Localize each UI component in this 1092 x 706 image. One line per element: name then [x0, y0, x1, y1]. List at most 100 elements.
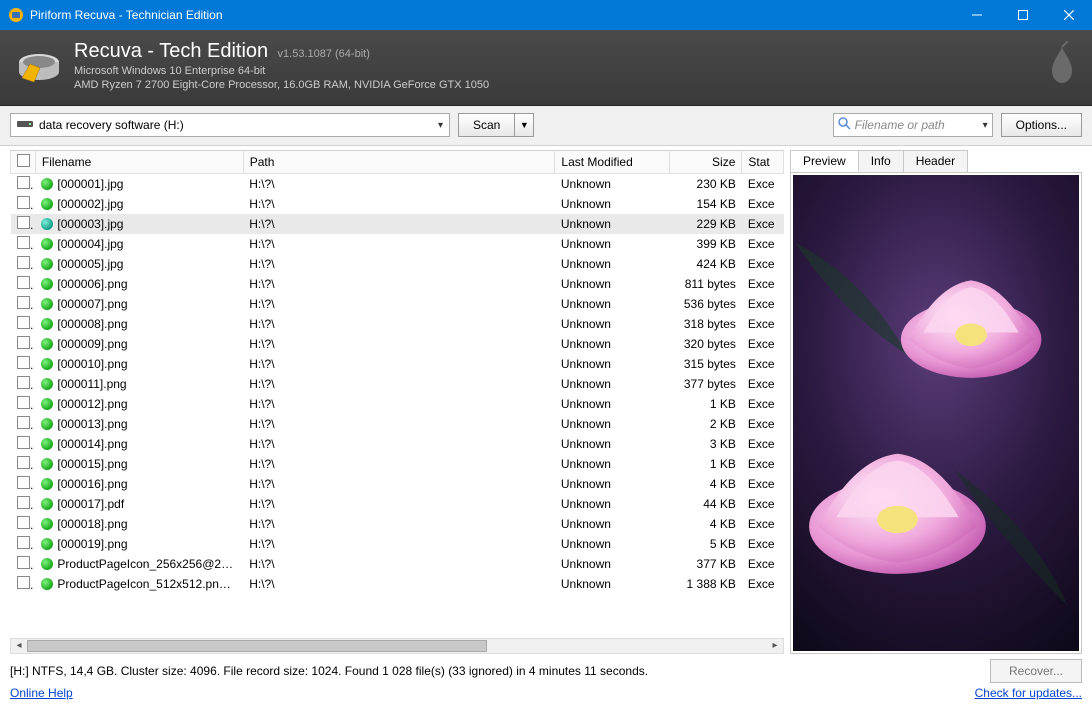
table-row[interactable]: [000009].pngH:\?\Unknown320 bytesExce — [11, 334, 784, 354]
row-checkbox[interactable] — [17, 456, 30, 469]
status-dot-icon — [41, 558, 53, 570]
table-row[interactable]: [000011].pngH:\?\Unknown377 bytesExce — [11, 374, 784, 394]
scan-button-group: Scan ▼ — [458, 113, 534, 137]
file-modified: Unknown — [555, 354, 669, 374]
scroll-right-arrow[interactable]: ▸ — [767, 640, 783, 651]
table-row[interactable]: [000014].pngH:\?\Unknown3 KBExce — [11, 434, 784, 454]
row-checkbox[interactable] — [17, 196, 30, 209]
column-state[interactable]: Stat — [742, 150, 784, 173]
status-dot-icon — [41, 518, 53, 530]
file-state: Exce — [742, 414, 784, 434]
row-checkbox[interactable] — [17, 336, 30, 349]
file-table: Filename Path Last Modified Size Stat [0… — [10, 150, 784, 594]
row-checkbox[interactable] — [17, 436, 30, 449]
file-state: Exce — [742, 534, 784, 554]
file-modified: Unknown — [555, 494, 669, 514]
table-row[interactable]: [000006].pngH:\?\Unknown811 bytesExce — [11, 274, 784, 294]
tab-preview[interactable]: Preview — [790, 150, 859, 172]
file-name: [000019].png — [57, 537, 127, 551]
column-path[interactable]: Path — [243, 150, 555, 173]
tab-header[interactable]: Header — [903, 150, 968, 172]
row-checkbox[interactable] — [17, 396, 30, 409]
status-dot-icon — [41, 258, 53, 270]
table-row[interactable]: [000002].jpgH:\?\Unknown154 KBExce — [11, 194, 784, 214]
table-row[interactable]: [000013].pngH:\?\Unknown2 KBExce — [11, 414, 784, 434]
file-modified: Unknown — [555, 194, 669, 214]
table-row[interactable]: [000003].jpgH:\?\Unknown229 KBExce — [11, 214, 784, 234]
table-row[interactable]: [000005].jpgH:\?\Unknown424 KBExce — [11, 254, 784, 274]
column-filename[interactable]: Filename — [35, 150, 243, 173]
header-checkbox[interactable] — [11, 150, 36, 173]
file-modified: Unknown — [555, 414, 669, 434]
file-state: Exce — [742, 474, 784, 494]
check-updates-link[interactable]: Check for updates... — [975, 686, 1082, 700]
row-checkbox[interactable] — [17, 356, 30, 369]
column-size[interactable]: Size — [669, 150, 742, 173]
options-button[interactable]: Options... — [1001, 113, 1082, 137]
column-modified[interactable]: Last Modified — [555, 150, 669, 173]
window-title: Piriform Recuva - Technician Edition — [30, 8, 954, 22]
title-bar: Piriform Recuva - Technician Edition — [0, 0, 1092, 30]
table-row[interactable]: ProductPageIcon_512x512.png.tifH:\?\Unkn… — [11, 574, 784, 594]
file-state: Exce — [742, 494, 784, 514]
search-input[interactable]: Filename or path ▾ — [833, 113, 993, 137]
maximize-button[interactable] — [1000, 0, 1046, 30]
table-row[interactable]: [000001].jpgH:\?\Unknown230 KBExce — [11, 173, 784, 194]
file-name: [000012].png — [57, 397, 127, 411]
close-button[interactable] — [1046, 0, 1092, 30]
status-dot-icon — [41, 178, 53, 190]
row-checkbox[interactable] — [17, 556, 30, 569]
footer-links: Online Help Check for updates... — [0, 682, 1092, 706]
horizontal-scrollbar[interactable]: ◂ ▸ — [10, 638, 784, 654]
row-checkbox[interactable] — [17, 576, 30, 589]
table-row[interactable]: [000015].pngH:\?\Unknown1 KBExce — [11, 454, 784, 474]
row-checkbox[interactable] — [17, 496, 30, 509]
table-row[interactable]: [000018].pngH:\?\Unknown4 KBExce — [11, 514, 784, 534]
scroll-thumb[interactable] — [27, 640, 487, 652]
status-dot-icon — [41, 198, 53, 210]
table-row[interactable]: [000010].pngH:\?\Unknown315 bytesExce — [11, 354, 784, 374]
table-row[interactable]: [000019].pngH:\?\Unknown5 KBExce — [11, 534, 784, 554]
row-checkbox[interactable] — [17, 516, 30, 529]
online-help-link[interactable]: Online Help — [10, 686, 73, 700]
table-row[interactable]: [000008].pngH:\?\Unknown318 bytesExce — [11, 314, 784, 334]
table-row[interactable]: [000016].pngH:\?\Unknown4 KBExce — [11, 474, 784, 494]
file-state: Exce — [742, 574, 784, 594]
file-path: H:\?\ — [243, 234, 555, 254]
row-checkbox[interactable] — [17, 276, 30, 289]
status-dot-icon — [41, 458, 53, 470]
hw-info: AMD Ryzen 7 2700 Eight-Core Processor, 1… — [74, 78, 1046, 92]
scan-dropdown-button[interactable]: ▼ — [515, 114, 533, 136]
row-checkbox[interactable] — [17, 316, 30, 329]
scroll-left-arrow[interactable]: ◂ — [11, 640, 27, 651]
file-size: 4 KB — [669, 474, 742, 494]
recover-button[interactable]: Recover... — [990, 659, 1082, 683]
file-state: Exce — [742, 254, 784, 274]
file-name: [000006].png — [57, 277, 127, 291]
drive-select[interactable]: data recovery software (H:) ▾ — [10, 113, 450, 137]
file-modified: Unknown — [555, 234, 669, 254]
file-size: 230 KB — [669, 173, 742, 194]
row-checkbox[interactable] — [17, 296, 30, 309]
file-path: H:\?\ — [243, 534, 555, 554]
row-checkbox[interactable] — [17, 416, 30, 429]
table-row[interactable]: ProductPageIcon_256x256@2x....H:\?\Unkno… — [11, 554, 784, 574]
file-size: 320 bytes — [669, 334, 742, 354]
row-checkbox[interactable] — [17, 536, 30, 549]
file-path: H:\?\ — [243, 374, 555, 394]
table-row[interactable]: [000004].jpgH:\?\Unknown399 KBExce — [11, 234, 784, 254]
file-state: Exce — [742, 374, 784, 394]
row-checkbox[interactable] — [17, 476, 30, 489]
table-row[interactable]: [000012].pngH:\?\Unknown1 KBExce — [11, 394, 784, 414]
row-checkbox[interactable] — [17, 376, 30, 389]
tab-info[interactable]: Info — [858, 150, 904, 172]
row-checkbox[interactable] — [17, 236, 30, 249]
row-checkbox[interactable] — [17, 256, 30, 269]
table-row[interactable]: [000017].pdfH:\?\Unknown44 KBExce — [11, 494, 784, 514]
row-checkbox[interactable] — [17, 216, 30, 229]
minimize-button[interactable] — [954, 0, 1000, 30]
table-row[interactable]: [000007].pngH:\?\Unknown536 bytesExce — [11, 294, 784, 314]
scan-button[interactable]: Scan — [459, 114, 515, 136]
row-checkbox[interactable] — [17, 176, 30, 189]
file-name: [000001].jpg — [57, 177, 123, 191]
